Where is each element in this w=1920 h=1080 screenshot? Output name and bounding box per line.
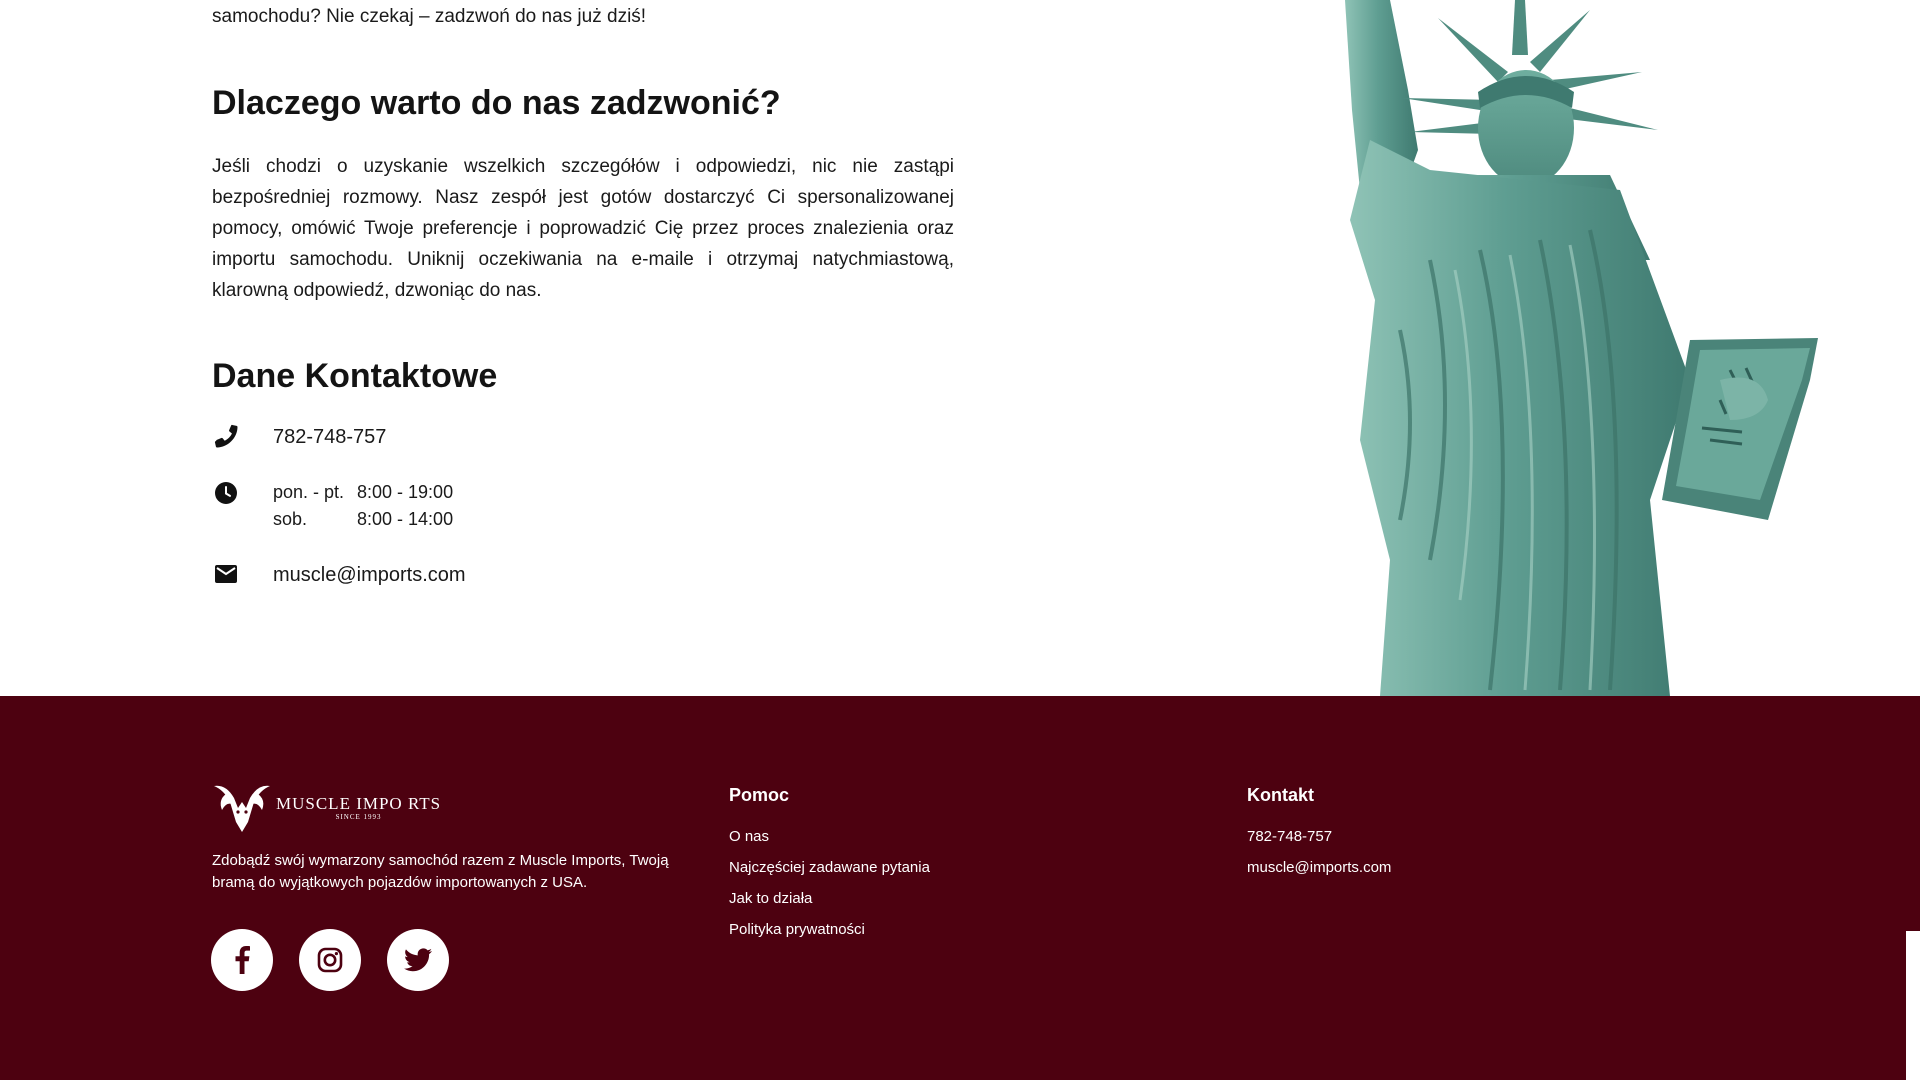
footer-link-privacy[interactable]: Polityka prywatności <box>729 920 930 951</box>
facebook-button[interactable] <box>211 929 273 991</box>
hours-time: 8:00 - 19:00 <box>357 482 454 502</box>
footer-contact-email-anchor[interactable]: muscle@imports.com <box>1247 859 1391 876</box>
contact-details-heading: Dane Kontaktowe <box>212 357 498 395</box>
facebook-icon <box>235 946 250 974</box>
footer-brand-logo[interactable]: MUSCLE IMPO RTS SINCE 1993 <box>212 782 441 834</box>
mail-icon <box>212 560 240 588</box>
hours-day: sob. <box>273 509 308 529</box>
instagram-button[interactable] <box>299 929 361 991</box>
contact-email[interactable]: muscle@imports.com <box>273 562 466 588</box>
why-call-heading: Dlaczego warto do nas zadzwonić? <box>212 84 781 122</box>
hours-row-saturday: sob. 8:00 - 14:00 <box>273 506 453 533</box>
brand-wordmark: MUSCLE IMPO RTS SINCE 1993 <box>276 793 442 822</box>
statue-of-liberty-image <box>1345 0 1818 696</box>
footer-contact-email[interactable]: muscle@imports.com <box>1247 858 1391 889</box>
clock-icon <box>212 479 240 507</box>
twitter-button[interactable] <box>387 929 449 991</box>
footer-help-links: O nas Najczęściej zadawane pytania Jak t… <box>729 827 930 951</box>
hours-row-weekdays: pon. - pt. 8:00 - 19:00 <box>273 479 453 506</box>
contact-phone-row[interactable]: 782-748-757 <box>212 422 386 450</box>
footer-contact-phone[interactable]: 782-748-757 <box>1247 827 1391 858</box>
phone-icon <box>212 422 240 450</box>
brand-since: SINCE 1993 <box>335 812 382 821</box>
brand-name: MUSCLE IMPO RTS <box>276 793 442 813</box>
intro-text-tail: samochodu? Nie czekaj – zadzwoń do nas j… <box>212 6 647 27</box>
ram-skull-logo-icon <box>214 785 270 832</box>
contact-email-row[interactable]: muscle@imports.com <box>212 560 466 588</box>
opening-hours: pon. - pt. 8:00 - 19:00 sob. 8:00 - 14:0… <box>273 479 453 533</box>
hours-time: 8:00 - 14:00 <box>357 509 454 529</box>
footer-link-how-it-works[interactable]: Jak to działa <box>729 889 930 920</box>
footer-edge-strip <box>1906 696 1920 931</box>
footer-link-faq[interactable]: Najczęściej zadawane pytania <box>729 858 930 889</box>
why-call-paragraph: Jeśli chodzi o uzyskanie wszelkich szcze… <box>212 156 954 301</box>
footer-help-title: Pomoc <box>729 785 790 805</box>
footer-link-privacy-anchor[interactable]: Polityka prywatności <box>729 921 865 938</box>
footer-contact-phone-anchor[interactable]: 782-748-757 <box>1247 828 1332 845</box>
footer: MUSCLE IMPO RTS SINCE 1993 Zdobądź swój … <box>0 696 1906 1080</box>
footer-link-faq-anchor[interactable]: Najczęściej zadawane pytania <box>729 859 930 876</box>
instagram-icon <box>317 947 343 973</box>
footer-contact-links: 782-748-757 muscle@imports.com <box>1247 827 1391 889</box>
page: samochodu? Nie czekaj – zadzwoń do nas j… <box>0 0 1920 1080</box>
footer-link-about[interactable]: O nas <box>729 827 930 858</box>
footer-link-about-anchor[interactable]: O nas <box>729 828 769 845</box>
footer-contact-title: Kontakt <box>1247 785 1314 805</box>
contact-phone[interactable]: 782-748-757 <box>273 424 386 450</box>
hours-day: pon. - pt. <box>273 482 345 502</box>
twitter-icon <box>404 948 432 972</box>
footer-link-how-it-works-anchor[interactable]: Jak to działa <box>729 890 812 907</box>
footer-about-text: Zdobądź swój wymarzony samochód razem z … <box>212 852 669 891</box>
contact-hours-row: pon. - pt. 8:00 - 19:00 sob. 8:00 - 14:0… <box>212 479 453 529</box>
